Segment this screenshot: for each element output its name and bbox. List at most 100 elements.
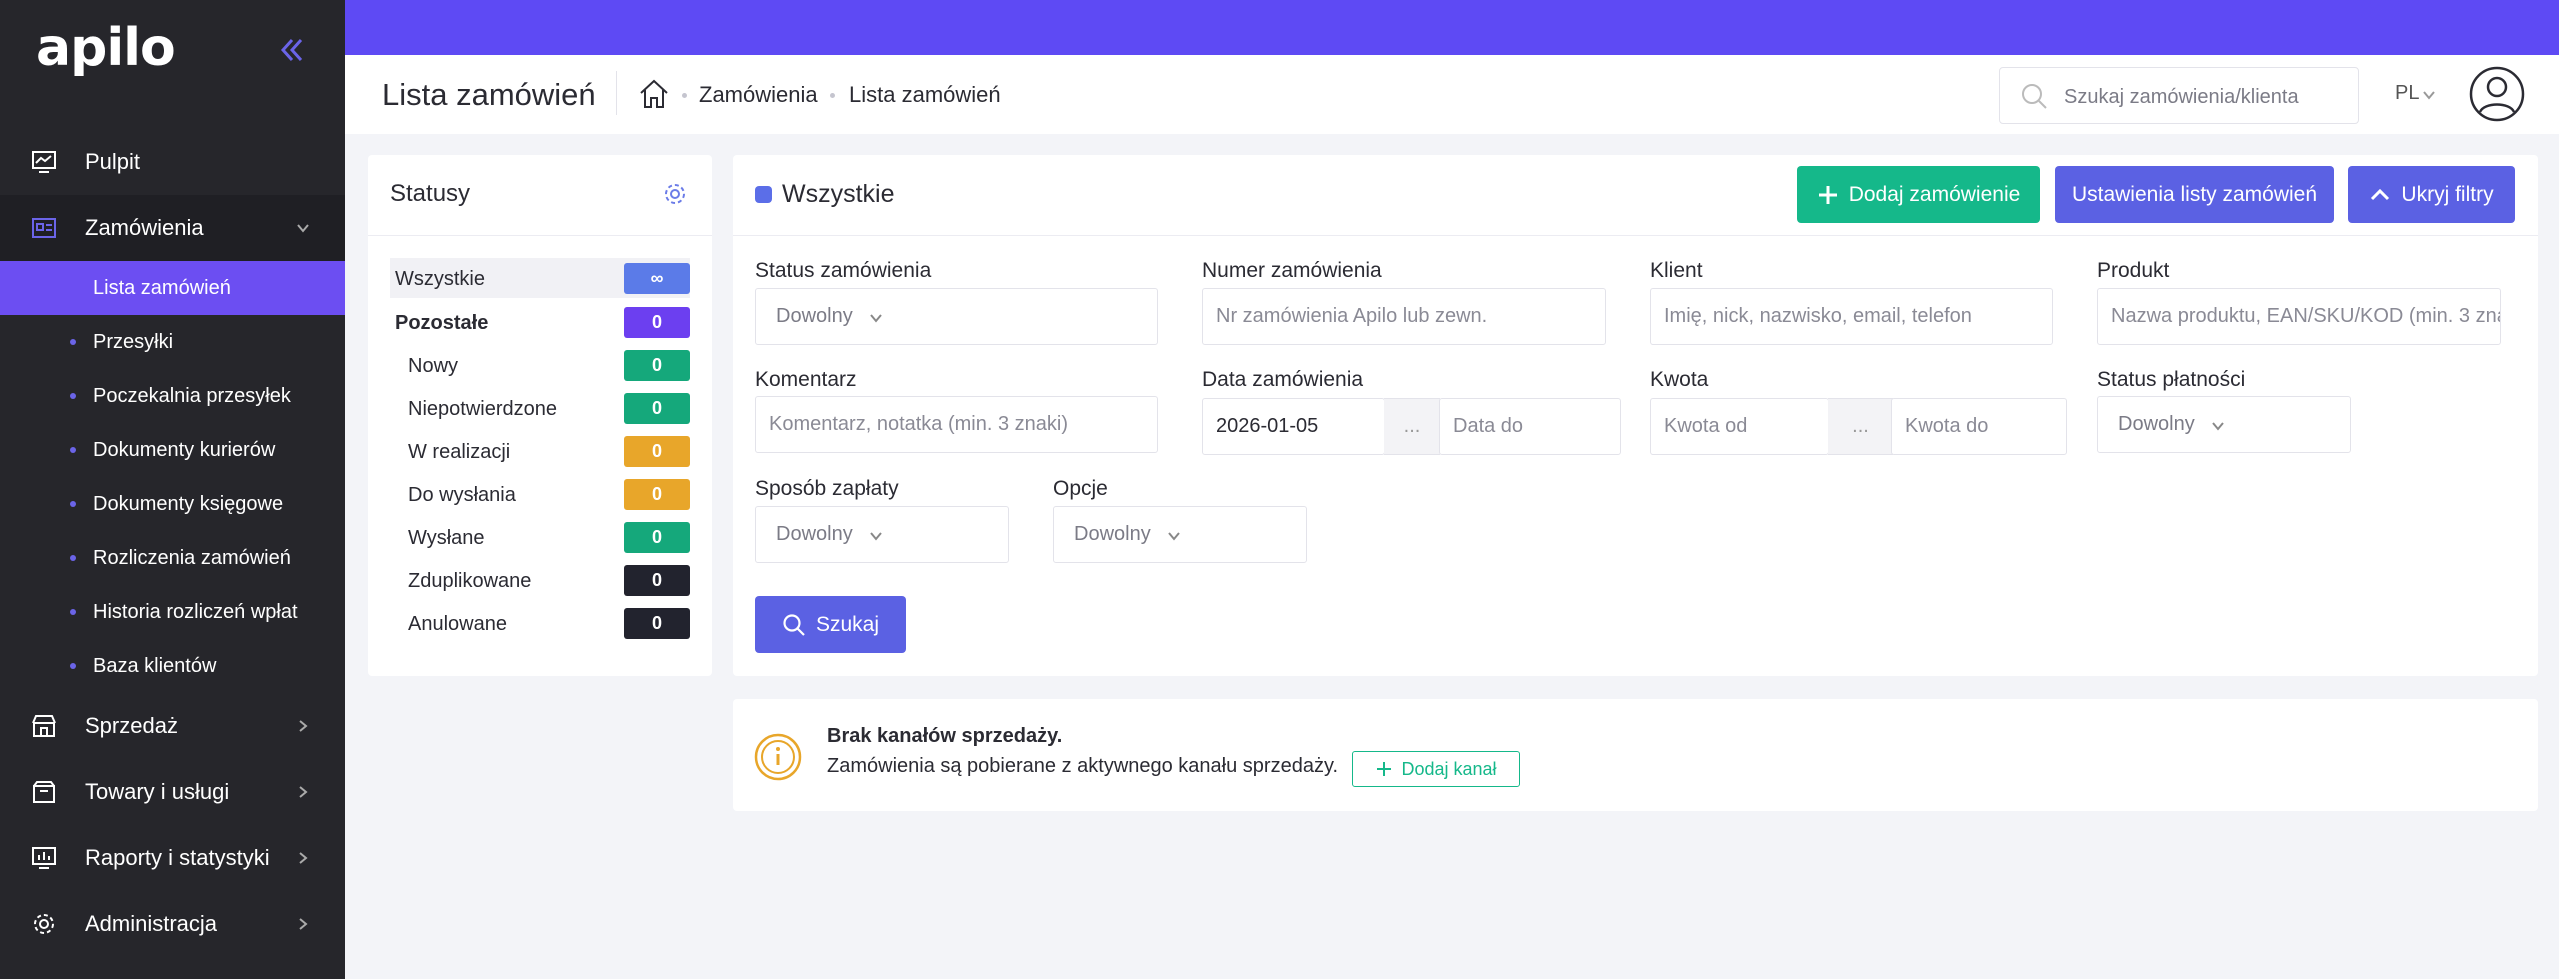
search-input[interactable]: [2064, 82, 2349, 112]
add-order-button[interactable]: Dodaj zamówienie: [1797, 166, 2040, 223]
sidebar-subitem-poczekalnia[interactable]: Poczekalnia przesyłek: [0, 369, 345, 423]
status-row-wyslane[interactable]: Wysłane 0: [390, 517, 690, 557]
status-count-badge: 0: [624, 565, 690, 596]
status-name: Wysłane: [408, 527, 485, 549]
sidebar: apilo Pulpit Zamówienia Lista zamówień P…: [0, 0, 345, 979]
sidebar-item-administracja[interactable]: Administracja: [0, 891, 345, 957]
sidebar-item-pulpit[interactable]: Pulpit: [0, 129, 345, 195]
sidebar-item-towary[interactable]: Towary i usługi: [0, 759, 345, 825]
date-to-input[interactable]: [1439, 398, 1621, 455]
filters-title: Wszystkie: [782, 180, 895, 208]
order-status-label: Status zamówienia: [755, 259, 932, 282]
sidebar-subitem-przesylki[interactable]: Przesyłki: [0, 315, 345, 369]
sidebar-subitem-label: Rozliczenia zamówień: [93, 546, 291, 569]
breadcrumb-item-current: Lista zamówień: [849, 82, 1001, 107]
status-count-badge: ∞: [624, 263, 690, 294]
status-row-w-realizacji[interactable]: W realizacji 0: [390, 431, 690, 471]
status-row-anulowane[interactable]: Anulowane 0: [390, 603, 690, 643]
double-chevron-left-icon[interactable]: [272, 30, 312, 70]
button-label: Dodaj zamówienie: [1848, 182, 2021, 206]
status-count-badge: 0: [624, 350, 690, 381]
client-input[interactable]: [1650, 288, 2053, 345]
product-input[interactable]: [2097, 288, 2501, 345]
page-header: Lista zamówień Zamówienia Lista zamówień…: [345, 55, 2559, 134]
bullet: [70, 393, 76, 399]
comment-input[interactable]: [755, 396, 1158, 453]
chevron-right-icon: [299, 720, 308, 732]
top-accent-bar: [345, 0, 2559, 55]
app-logo[interactable]: apilo: [36, 18, 176, 78]
sidebar-item-label: Raporty i statystyki: [85, 845, 270, 870]
range-separator: ...: [1828, 398, 1893, 455]
sidebar-item-sprzedaz[interactable]: Sprzedaż: [0, 693, 345, 759]
status-row-nowy[interactable]: Nowy 0: [390, 345, 690, 385]
status-count-badge: 0: [624, 393, 690, 424]
chevron-right-icon: [299, 918, 308, 930]
status-count-badge: 0: [624, 522, 690, 553]
statuses-title: Statusy: [390, 180, 471, 207]
status-row-zduplikowane[interactable]: Zduplikowane 0: [390, 560, 690, 600]
gear-icon[interactable]: [662, 181, 688, 207]
bullet: [70, 339, 76, 345]
date-from-input[interactable]: [1202, 398, 1385, 455]
status-name: Anulowane: [408, 613, 507, 635]
breadcrumb-separator: [682, 93, 687, 98]
sidebar-subitem-dokumenty-ksiegowe[interactable]: Dokumenty księgowe: [0, 477, 345, 531]
chevron-down-icon[interactable]: [2421, 87, 2437, 103]
status-name: Nowy: [408, 355, 459, 377]
sidebar-subitem-label: Lista zamówień: [93, 276, 231, 299]
status-row-wszystkie[interactable]: Wszystkie ∞: [390, 258, 690, 298]
payment-method-select[interactable]: Dowolny: [755, 506, 1009, 563]
amount-to-input[interactable]: [1891, 398, 2067, 455]
sidebar-item-raporty[interactable]: Raporty i statystyki: [0, 825, 345, 891]
sidebar-subitem-lista-zamowien[interactable]: Lista zamówień: [0, 261, 345, 315]
chevron-down-icon: [2212, 422, 2224, 431]
search-button[interactable]: Szukaj: [755, 596, 906, 653]
status-row-pozostale[interactable]: Pozostałe 0: [390, 302, 690, 342]
amount-label: Kwota: [1650, 368, 1709, 391]
home-icon[interactable]: [637, 77, 671, 111]
page-title: Lista zamówień: [382, 77, 596, 112]
order-number-input[interactable]: [1202, 288, 1606, 345]
sidebar-item-label: Zamówienia: [85, 215, 204, 240]
statuses-panel: Statusy Wszystkie ∞ Pozostałe 0 Nowy 0 N…: [368, 155, 712, 676]
hide-filters-button[interactable]: Ukryj filtry: [2348, 166, 2515, 223]
plus-icon: [1818, 185, 1837, 204]
global-search: [1999, 67, 2359, 124]
status-name: Zduplikowane: [408, 570, 532, 592]
notice-text: Zamówienia są pobierane z aktywnego kana…: [827, 755, 1339, 777]
status-count-badge: 0: [624, 436, 690, 467]
list-settings-button[interactable]: Ustawienia listy zamówień: [2055, 166, 2334, 223]
payment-method-label: Sposób zapłaty: [755, 477, 899, 500]
add-channel-button[interactable]: Dodaj kanał: [1352, 751, 1520, 787]
sidebar-subitem-label: Baza klientów: [93, 654, 217, 677]
status-row-do-wyslania[interactable]: Do wysłania 0: [390, 474, 690, 514]
sidebar-subitem-historia-rozliczen[interactable]: Historia rozliczeń wpłat: [0, 585, 345, 639]
status-count-badge: 0: [624, 608, 690, 639]
breadcrumb-item-zamowienia[interactable]: Zamówienia: [699, 82, 818, 108]
button-label: Ukryj filtry: [2401, 182, 2494, 206]
search-icon: [2022, 84, 2047, 109]
user-avatar-icon[interactable]: [2468, 65, 2526, 123]
sidebar-subitem-dokumenty-kurierow[interactable]: Dokumenty kurierów: [0, 423, 345, 477]
filters-panel: Wszystkie Dodaj zamówienie Ustawienia li…: [733, 155, 2538, 676]
status-row-niepotwierdzone[interactable]: Niepotwierdzone 0: [390, 388, 690, 428]
chevron-up-icon: [2371, 188, 2390, 200]
info-icon: [754, 733, 802, 781]
language-selector[interactable]: PL: [2395, 82, 2419, 105]
amount-from-input[interactable]: [1650, 398, 1829, 455]
status-color-dot: [755, 186, 772, 203]
payment-status-select[interactable]: Dowolny: [2097, 396, 2351, 453]
report-icon: [32, 847, 56, 869]
sidebar-subitem-label: Historia rozliczeń wpłat: [93, 600, 298, 623]
sidebar-item-zamowienia[interactable]: Zamówienia: [0, 195, 345, 261]
comment-label: Komentarz: [755, 368, 857, 391]
chevron-right-icon: [299, 786, 308, 798]
options-select[interactable]: Dowolny: [1053, 506, 1307, 563]
order-status-select[interactable]: Dowolny: [755, 288, 1158, 345]
select-value: Dowolny: [776, 305, 853, 327]
button-label: Ustawienia listy zamówień: [2071, 182, 2318, 206]
box-icon: [33, 781, 55, 803]
sidebar-subitem-rozliczenia[interactable]: Rozliczenia zamówień: [0, 531, 345, 585]
sidebar-subitem-baza-klientow[interactable]: Baza klientów: [0, 639, 345, 693]
